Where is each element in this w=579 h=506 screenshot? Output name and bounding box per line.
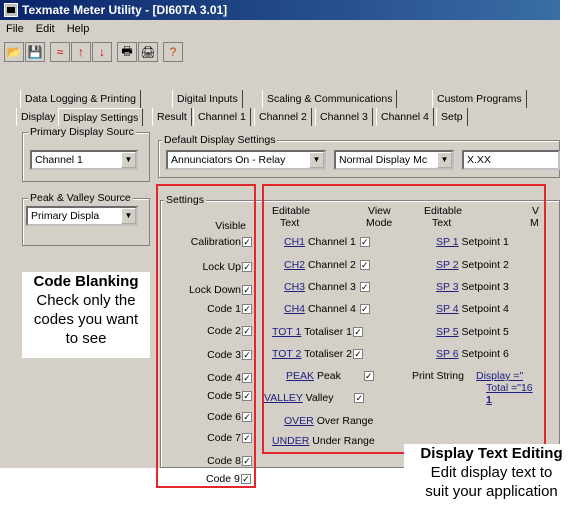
annunciators-value: Annunciators On - Relay: [171, 154, 286, 166]
code-blanking-title: Code Blanking: [33, 273, 139, 290]
annunciators-select[interactable]: Annunciators On - Relay ▼: [166, 150, 326, 170]
primary-display-value: Channel 1: [35, 154, 83, 166]
save-icon[interactable]: 💾: [25, 42, 45, 62]
code-blanking-line-3: to see: [65, 330, 107, 347]
menu-file[interactable]: File: [0, 20, 30, 39]
download-icon[interactable]: ↓: [92, 42, 112, 62]
code-blanking-callout: Code Blanking Check only the codes you w…: [22, 272, 150, 358]
display-text-title: Display Text Editing: [420, 445, 563, 462]
peak-valley-select[interactable]: Primary Displa ▼: [26, 206, 138, 226]
title-bar: Texmate Meter Utility - [DI60TA 3.01]: [0, 0, 560, 20]
tab-custom-programs[interactable]: Custom Programs: [432, 90, 527, 108]
primary-display-select[interactable]: Channel 1 ▼: [30, 150, 138, 170]
peak-valley-label: Peak & Valley Source: [28, 192, 133, 204]
chevron-down-icon[interactable]: ▼: [437, 152, 452, 168]
display-text-line-2: suit your application: [425, 483, 558, 500]
display-format-input[interactable]: X.XX: [462, 150, 560, 170]
menu-edit[interactable]: Edit: [30, 20, 61, 39]
primary-display-label: Primary Display Sourc: [28, 126, 136, 138]
open-icon[interactable]: 📂: [4, 42, 24, 62]
app-icon: [4, 3, 18, 17]
peak-valley-value: Primary Displa: [31, 210, 100, 222]
tab-channel-4[interactable]: Channel 4: [376, 108, 434, 126]
tab-channel-3[interactable]: Channel 3: [315, 108, 373, 126]
tab-result[interactable]: Result: [152, 108, 192, 126]
menu-help[interactable]: Help: [61, 20, 96, 39]
display-mode-value: Normal Display Mc: [339, 154, 428, 166]
display-text-line-1: Edit display text to: [430, 464, 553, 481]
default-display-label: Default Display Settings: [162, 134, 278, 146]
print-icon[interactable]: 🖨: [138, 42, 158, 62]
chevron-down-icon[interactable]: ▼: [309, 152, 324, 168]
menu-bar: File Edit Help: [0, 20, 560, 39]
tab-data-logging[interactable]: Data Logging & Printing: [20, 90, 141, 108]
code-blanking-line-1: Check only the: [36, 292, 136, 309]
code-blanking-highlight: [156, 184, 256, 488]
tab-digital-inputs[interactable]: Digital Inputs: [172, 90, 243, 108]
tab-channel-1[interactable]: Channel 1: [193, 108, 251, 126]
print-preview-icon[interactable]: 🖶: [117, 42, 137, 62]
chevron-down-icon[interactable]: ▼: [121, 208, 136, 224]
tab-scaling[interactable]: Scaling & Communications: [262, 90, 398, 108]
help-icon[interactable]: ?: [163, 42, 183, 62]
tab-display-settings[interactable]: Display Settings: [58, 108, 144, 126]
chevron-down-icon[interactable]: ▼: [121, 152, 136, 168]
upload-icon[interactable]: ↑: [71, 42, 91, 62]
tab-channel-2[interactable]: Channel 2: [254, 108, 312, 126]
tab-display[interactable]: Display: [16, 108, 61, 126]
display-text-callout: Display Text Editing Edit display text t…: [404, 444, 579, 506]
graph-icon[interactable]: ≈: [50, 42, 70, 62]
window-title: Texmate Meter Utility - [DI60TA 3.01]: [22, 3, 228, 17]
code-blanking-line-2: codes you want: [33, 311, 139, 328]
display-text-highlight: [262, 184, 546, 454]
display-mode-select[interactable]: Normal Display Mc ▼: [334, 150, 454, 170]
tab-setpoints[interactable]: Setp: [436, 108, 468, 126]
display-format-value: X.XX: [467, 154, 491, 166]
